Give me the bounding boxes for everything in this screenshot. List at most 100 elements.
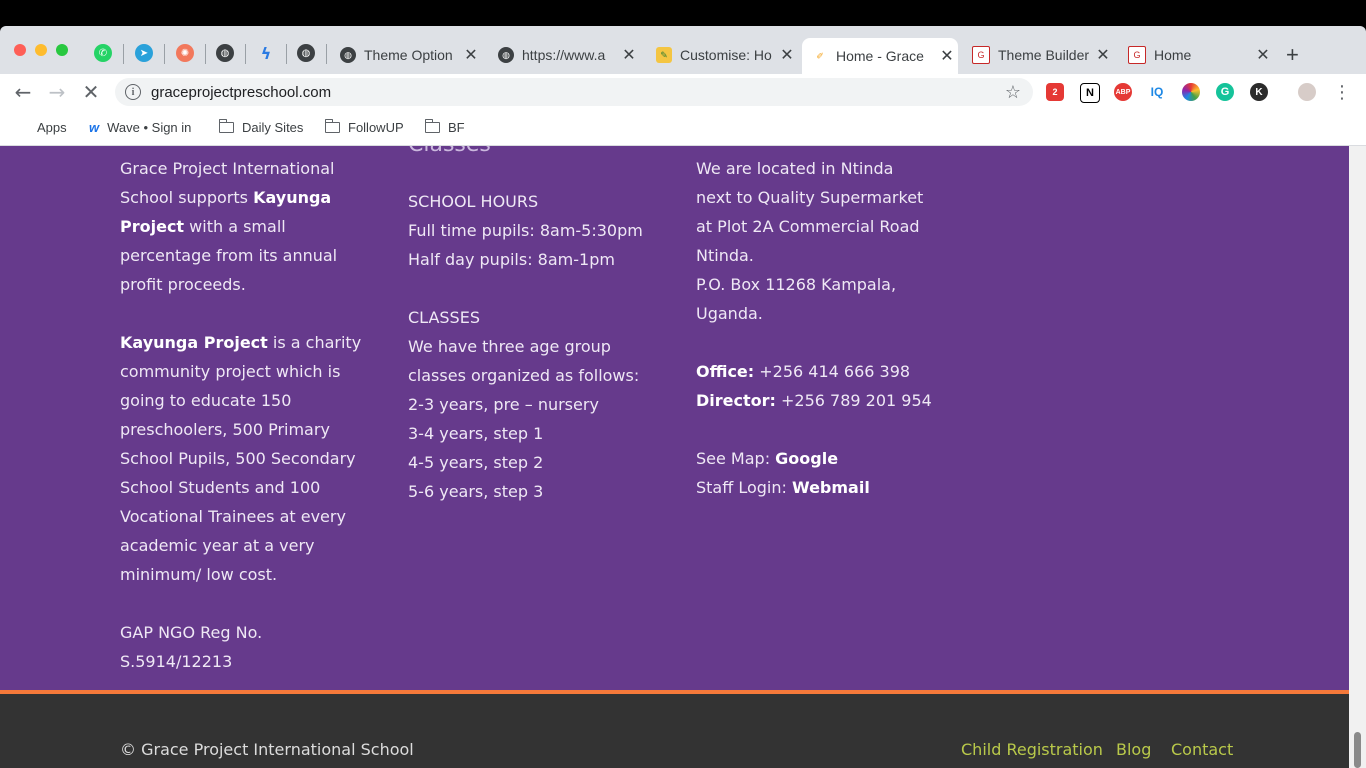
tab-asana[interactable]: ✺ — [176, 44, 194, 62]
tab-label: Customise: Ho — [680, 47, 772, 63]
bookmark-label: Daily Sites — [242, 119, 304, 135]
bookmark-wave[interactable]: w Wave • Sign in — [89, 117, 191, 137]
po-box-text: P.O. Box 11268 Kampala, Uganda. — [696, 275, 897, 323]
tab-separator — [205, 44, 206, 64]
class-item: 2-3 years, pre – nursery — [408, 395, 599, 414]
window-close-button[interactable] — [14, 44, 26, 56]
tab-separator — [245, 44, 246, 64]
bookmark-daily-sites[interactable]: Daily Sites — [218, 117, 304, 137]
tab-globe-1[interactable]: ◍ — [216, 44, 234, 62]
class-item: 5-6 years, step 3 — [408, 482, 544, 501]
forward-button[interactable]: → — [45, 80, 69, 104]
tab-url[interactable]: ◍ https://www.a ✕ — [488, 38, 640, 72]
wave-icon: w — [89, 119, 100, 135]
tab-globe-2[interactable]: ◍ — [297, 44, 315, 62]
k-extension-icon[interactable]: K — [1250, 83, 1268, 101]
tab-freshdesk[interactable]: ϟ — [257, 43, 275, 63]
about-paragraph-2: Kayunga Project is a charity community p… — [120, 333, 362, 584]
whatsapp-icon: ✆ — [98, 47, 108, 59]
globe-icon: ◍ — [301, 47, 311, 59]
tab-close-icon[interactable]: ✕ — [1252, 45, 1274, 65]
telegram-icon: ➤ — [139, 47, 149, 59]
freshdesk-icon: ϟ — [260, 43, 272, 63]
bookmark-bf[interactable]: BF — [424, 117, 465, 137]
tab-label: Theme Builder — [998, 47, 1090, 63]
address-bar[interactable]: i graceprojectpreschool.com ☆ — [115, 78, 1033, 106]
extension-badge-icon[interactable]: 2 — [1046, 83, 1064, 101]
tab-close-icon[interactable]: ✕ — [1092, 45, 1114, 65]
tab-label: Theme Option — [364, 47, 453, 63]
tab-close-icon[interactable]: ✕ — [460, 45, 482, 65]
classes-column: SCHOOL HOURS Full time pupils: 8am-5:30p… — [408, 187, 668, 506]
globe-icon: ◍ — [340, 47, 356, 63]
folder-icon — [218, 118, 234, 133]
bookmarks-bar — [0, 112, 1366, 146]
contact-link[interactable]: Contact — [1171, 740, 1233, 759]
iq-extension-icon[interactable]: IQ — [1148, 83, 1166, 101]
globe-icon: ◍ — [498, 47, 514, 63]
tab-close-icon[interactable]: ✕ — [776, 45, 798, 65]
tab-customise[interactable]: ✎ Customise: Ho ✕ — [646, 38, 798, 72]
tab-theme-builder[interactable]: G Theme Builder ✕ — [962, 38, 1114, 72]
tab-home[interactable]: G Home ✕ — [1118, 38, 1274, 72]
stop-loading-button[interactable]: ✕ — [79, 80, 103, 104]
blog-link[interactable]: Blog — [1116, 740, 1151, 759]
bookmark-apps[interactable]: Apps — [15, 117, 67, 137]
classes-heading: Classes — [408, 146, 491, 157]
staff-login: Staff Login: Webmail — [696, 478, 870, 497]
extension-badge-count: 2 — [1052, 87, 1058, 97]
site-info-icon[interactable]: i — [125, 84, 141, 100]
bookmark-followup[interactable]: FollowUP — [324, 117, 404, 137]
tab-home-grace[interactable]: ✐ Home - Grace ✕ — [802, 38, 958, 74]
tab-close-icon[interactable]: ✕ — [936, 46, 958, 66]
office-phone: Office: +256 414 666 398 — [696, 362, 911, 381]
tab-label: https://www.a — [522, 47, 606, 63]
class-item: 4-5 years, step 2 — [408, 453, 544, 472]
classes-intro: We have three age group classes organize… — [408, 337, 640, 385]
tab-theme-options[interactable]: ◍ Theme Option ✕ — [330, 38, 482, 72]
school-icon: ✐ — [812, 48, 828, 64]
profile-avatar[interactable] — [1298, 83, 1316, 101]
tab-telegram[interactable]: ➤ — [135, 44, 153, 62]
location-text: We are located in Ntinda next to Quality… — [696, 159, 924, 265]
scrollbar-thumb[interactable] — [1354, 732, 1361, 768]
window-minimize-button[interactable] — [35, 44, 47, 56]
address-url[interactable]: graceprojectpreschool.com — [151, 84, 1005, 101]
tab-separator — [164, 44, 165, 64]
folder-icon — [424, 118, 440, 133]
tab-separator — [286, 44, 287, 64]
bookmark-label: Apps — [37, 119, 67, 135]
tab-whatsapp[interactable]: ✆ — [94, 44, 112, 62]
notion-extension-icon[interactable]: N — [1080, 83, 1100, 103]
school-hours-title: SCHOOL HOURS — [408, 192, 539, 211]
child-registration-link[interactable]: Child Registration — [961, 740, 1103, 759]
classes-title: CLASSES — [408, 308, 480, 327]
about-column: Grace Project International School suppo… — [120, 154, 372, 676]
window-zoom-button[interactable] — [56, 44, 68, 56]
back-button[interactable]: ← — [11, 80, 35, 104]
half-day-hours: Half day pupils: 8am-1pm — [408, 250, 615, 269]
class-item: 3-4 years, step 1 — [408, 424, 544, 443]
os-top-bar — [0, 0, 1366, 26]
customizer-icon: ✎ — [656, 47, 672, 63]
new-tab-button[interactable]: + — [1286, 42, 1299, 68]
grammarly-icon[interactable]: G — [1216, 83, 1234, 101]
chrome-menu-button[interactable]: ⋮ — [1330, 80, 1354, 104]
contact-column: We are located in Ntinda next to Quality… — [696, 154, 932, 502]
bookmark-label: BF — [448, 119, 465, 135]
globe-icon: ◍ — [220, 47, 230, 59]
tab-close-icon[interactable]: ✕ — [618, 45, 640, 65]
adblock-plus-icon[interactable]: ABP — [1114, 83, 1132, 101]
bookmark-label: Wave • Sign in — [107, 119, 192, 135]
see-map: See Map: Google — [696, 449, 839, 468]
google-map-link[interactable]: Google — [775, 449, 838, 468]
page-scrollbar[interactable] — [1349, 146, 1366, 768]
ngo-registration: GAP NGO Reg No. S.5914/12213 — [120, 623, 263, 671]
color-picker-extension-icon[interactable] — [1182, 83, 1200, 101]
bookmark-star-icon[interactable]: ☆ — [1005, 82, 1021, 103]
tab-separator — [326, 44, 327, 64]
gtv-icon: G — [972, 46, 990, 64]
webmail-link[interactable]: Webmail — [792, 478, 870, 497]
tab-separator — [123, 44, 124, 64]
copyright-text: © Grace Project International School — [120, 740, 414, 759]
